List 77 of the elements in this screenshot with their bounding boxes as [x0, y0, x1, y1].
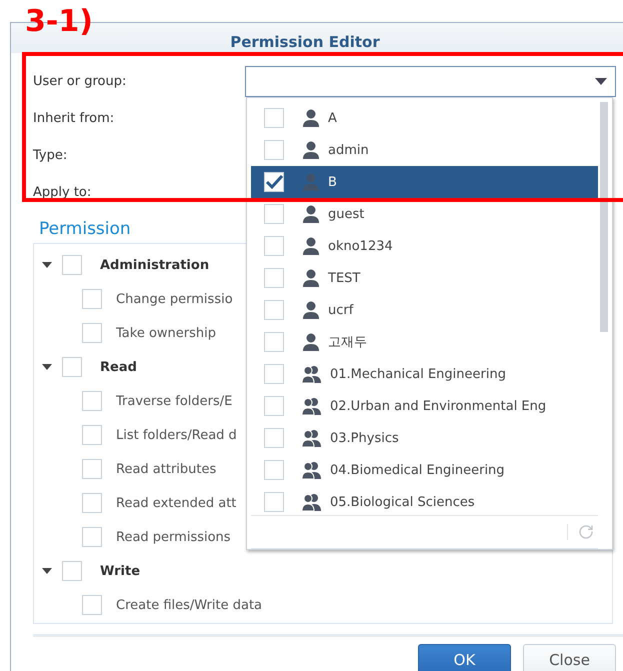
annotation-label: 3-1)	[25, 4, 93, 39]
close-button[interactable]: Close	[523, 644, 616, 671]
caret-icon[interactable]	[42, 568, 52, 574]
permission-label: List folders/Read d	[116, 428, 237, 442]
dropdown-option[interactable]: TEST	[251, 262, 598, 294]
caret-icon[interactable]	[42, 262, 52, 268]
field-label: Type:	[33, 148, 68, 163]
users-icon	[302, 461, 322, 479]
permission-group-label: Read	[100, 360, 137, 374]
user-icon	[302, 205, 320, 223]
permission-label: Change permissio	[116, 292, 233, 306]
checkbox[interactable]	[264, 268, 284, 288]
permission-label: Read attributes	[116, 462, 216, 476]
dropdown-option[interactable]: A	[251, 102, 598, 134]
checkbox[interactable]	[264, 396, 284, 416]
dropdown-option[interactable]: admin	[251, 134, 598, 166]
permission-label: Traverse folders/E	[116, 394, 232, 408]
user-icon	[302, 173, 320, 191]
users-icon	[302, 429, 322, 447]
checkbox[interactable]	[82, 323, 102, 343]
user-group-dropdown[interactable]	[245, 66, 616, 97]
checkbox[interactable]	[264, 140, 284, 160]
users-icon	[302, 365, 322, 383]
checkbox[interactable]	[264, 364, 284, 384]
dialog-title: Permission Editor	[230, 33, 380, 53]
checkbox[interactable]	[82, 391, 102, 411]
user-icon	[302, 237, 320, 255]
checkbox[interactable]	[62, 357, 82, 377]
user-icon	[302, 109, 320, 127]
caret-icon[interactable]	[42, 364, 52, 370]
checkbox[interactable]	[264, 108, 284, 128]
users-icon	[302, 493, 322, 511]
scrollbar[interactable]	[600, 102, 608, 332]
checkbox[interactable]	[82, 289, 102, 309]
permission-group-label: Administration	[100, 258, 210, 272]
checkbox[interactable]	[82, 595, 102, 615]
dropdown-option[interactable]: 05.Biological Sciences	[251, 486, 598, 516]
checkbox[interactable]	[82, 527, 102, 547]
refresh-icon[interactable]	[578, 524, 594, 540]
checkbox[interactable]	[62, 255, 82, 275]
dropdown-option[interactable]: okno1234	[251, 230, 598, 262]
checkbox[interactable]	[82, 493, 102, 513]
dropdown-option[interactable]: 고재두	[251, 326, 598, 358]
user-icon	[302, 301, 320, 319]
checkbox[interactable]	[264, 300, 284, 320]
checkbox[interactable]	[264, 428, 284, 448]
permission-group-label: Write	[100, 564, 140, 578]
checkbox[interactable]	[264, 172, 284, 192]
permission-label: Read extended att	[116, 496, 236, 510]
ok-button[interactable]: OK	[418, 644, 511, 671]
checkbox[interactable]	[264, 236, 284, 256]
dropdown-option[interactable]: guest	[251, 198, 598, 230]
users-icon	[302, 397, 322, 415]
dropdown-option[interactable]: 04.Biomedical Engineering	[251, 454, 598, 486]
dropdown-option[interactable]: ucrf	[251, 294, 598, 326]
section-title: Permission	[39, 219, 132, 239]
dropdown-option[interactable]: B	[251, 166, 598, 198]
checkbox[interactable]	[264, 332, 284, 352]
field-label: User or group:	[33, 74, 128, 89]
dropdown-option[interactable]: 01.Mechanical Engineering	[251, 358, 598, 390]
checkbox[interactable]	[82, 459, 102, 479]
user-icon	[302, 141, 320, 159]
checkbox[interactable]	[82, 425, 102, 445]
field-label: Apply to:	[33, 185, 92, 200]
dropdown-option[interactable]: 02.Urban and Environmental Eng	[251, 390, 598, 422]
checkbox[interactable]	[264, 460, 284, 480]
checkbox[interactable]	[264, 492, 284, 512]
dropdown-option[interactable]: 03.Physics	[251, 422, 598, 454]
checkbox[interactable]	[264, 204, 284, 224]
checkbox[interactable]	[62, 561, 82, 581]
user-icon	[302, 333, 320, 351]
permission-label: Create files/Write data	[116, 598, 262, 612]
field-label: Inherit from:	[33, 111, 116, 126]
permission-label: Read permissions	[116, 530, 231, 544]
permission-label: Take ownership	[116, 326, 216, 340]
user-icon	[302, 269, 320, 287]
dropdown-arrow-icon	[595, 78, 607, 85]
